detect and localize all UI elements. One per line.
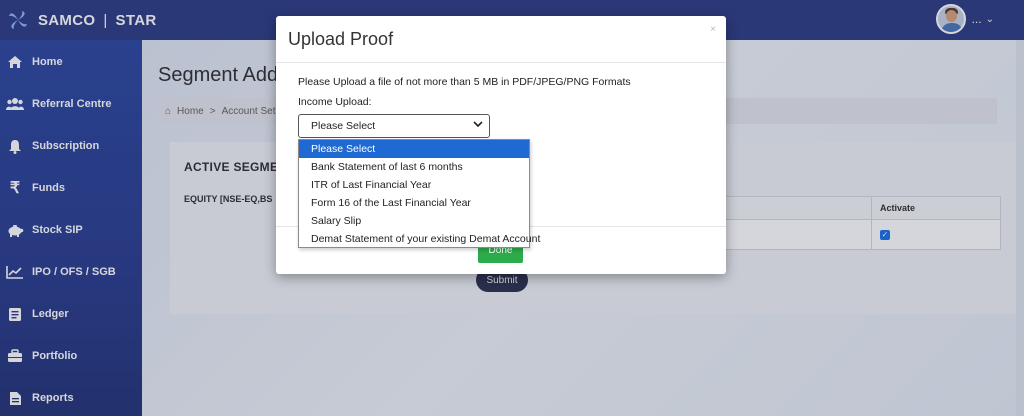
close-icon[interactable]: × — [710, 24, 716, 35]
option-form-16[interactable]: Form 16 of the Last Financial Year — [299, 194, 529, 212]
option-demat-statement[interactable]: Demat Statement of your existing Demat A… — [299, 230, 540, 248]
option-please-select[interactable]: Please Select — [299, 140, 529, 158]
modal-title: Upload Proof — [288, 29, 394, 49]
upload-instructions: Please Upload a file of not more than 5 … — [298, 76, 631, 88]
income-proof-options: Please Select Bank Statement of last 6 m… — [298, 139, 540, 248]
income-proof-select[interactable]: Please Select — [298, 114, 490, 138]
option-bank-statement[interactable]: Bank Statement of last 6 months — [299, 158, 529, 176]
option-salary-slip[interactable]: Salary Slip — [299, 212, 529, 230]
income-upload-label: Income Upload: — [298, 96, 372, 108]
option-itr[interactable]: ITR of Last Financial Year — [299, 176, 529, 194]
modal-header: Upload Proof × — [276, 16, 726, 63]
chevron-down-icon — [473, 120, 483, 131]
select-value: Please Select — [311, 120, 376, 132]
